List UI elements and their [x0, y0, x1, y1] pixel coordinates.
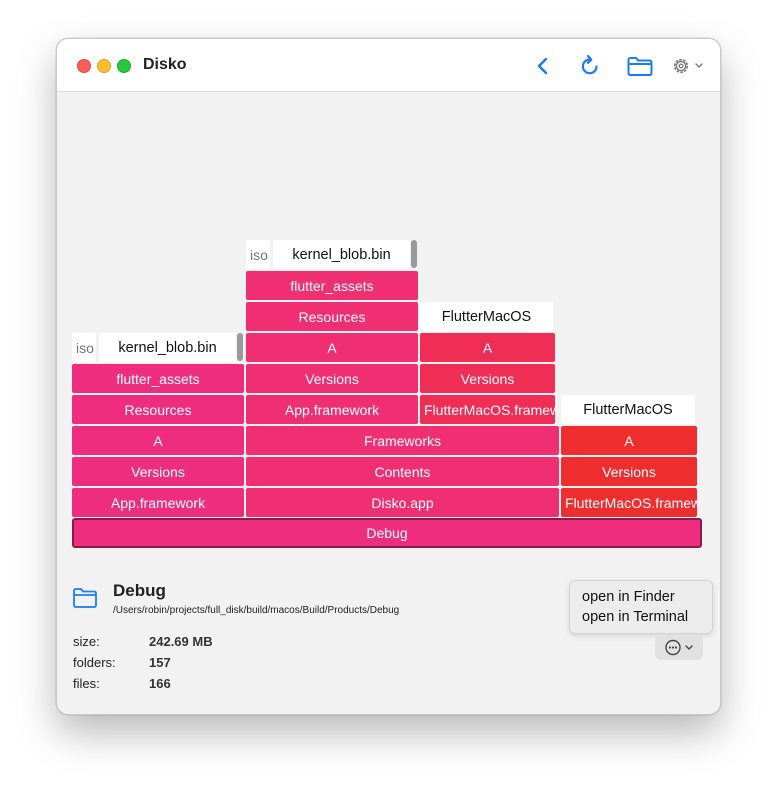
- ellipsis-circle-icon: [665, 639, 693, 656]
- folder-icon: [73, 588, 97, 608]
- back-button[interactable]: [530, 53, 556, 79]
- segment-label: FlutterMacOS: [441, 308, 532, 325]
- segment-kernel-blob-2[interactable]: kernel_blob.bin: [273, 240, 410, 269]
- segment-label: Contents: [374, 463, 431, 480]
- segment-versions-3[interactable]: Versions: [561, 457, 697, 486]
- files-value: 166: [149, 676, 171, 691]
- segment-label: flutter_assets: [116, 370, 200, 387]
- segment-resources-2[interactable]: Resources: [246, 302, 418, 331]
- folder-icon: [627, 57, 653, 76]
- segment-label: Versions: [305, 370, 359, 387]
- folders-value: 157: [149, 655, 171, 670]
- segment-label: kernel_blob.bin: [118, 339, 217, 356]
- gear-icon: [673, 58, 703, 74]
- title-bar: Disko: [57, 39, 720, 92]
- size-value: 242.69 MB: [149, 634, 213, 649]
- segment-fm-versions[interactable]: Versions: [420, 364, 555, 393]
- segment-fluttermacos-framework[interactable]: FlutterMacOS.framework: [420, 395, 555, 424]
- window-title: Disko: [143, 56, 187, 73]
- segment-label: Resources: [298, 308, 366, 325]
- segment-label: Frameworks: [363, 432, 441, 449]
- segment-label: Versions: [460, 370, 515, 387]
- segment-disko-app[interactable]: Disko.app: [246, 488, 559, 517]
- reload-button[interactable]: [577, 53, 603, 79]
- files-label: files:: [73, 676, 100, 691]
- scroll-indicator: [411, 240, 417, 268]
- segment-resources[interactable]: Resources: [72, 395, 244, 424]
- selected-folder-name: Debug: [113, 581, 166, 600]
- segment-label: Versions: [602, 463, 656, 480]
- segment-iso-2[interactable]: iso: [246, 240, 270, 269]
- segment-label: A: [327, 339, 337, 356]
- chevron-left-icon: [537, 57, 548, 75]
- segment-versions[interactable]: Versions: [72, 457, 244, 486]
- segment-fluttermacos-binary[interactable]: FlutterMacOS: [420, 302, 553, 331]
- segment-label: A: [153, 432, 163, 449]
- segment-app-framework[interactable]: App.framework: [72, 488, 244, 517]
- segment-fluttermacos-binary-2[interactable]: FlutterMacOS: [561, 395, 695, 424]
- reload-icon: [581, 54, 598, 75]
- folders-label: folders:: [73, 655, 116, 670]
- zoom-window-button[interactable]: [117, 59, 131, 73]
- open-in-finder-item[interactable]: open in Finder: [582, 589, 675, 605]
- segment-label: App.framework: [284, 401, 380, 418]
- segment-label: A: [482, 339, 493, 356]
- size-label: size:: [73, 634, 100, 649]
- segment-versions-2[interactable]: Versions: [246, 364, 418, 393]
- actions-menu: open in Finder open in Terminal: [569, 580, 713, 634]
- segment-a-2[interactable]: A: [246, 333, 418, 362]
- segment-iso[interactable]: iso: [72, 333, 96, 362]
- selected-folder-path: /Users/robin/projects/full_disk/build/ma…: [113, 605, 400, 616]
- close-window-button[interactable]: [77, 59, 91, 73]
- open-folder-button[interactable]: [625, 53, 655, 79]
- segment-fluttermacos-framework-2[interactable]: FlutterMacOS.framework: [561, 488, 697, 517]
- scroll-indicator: [237, 333, 243, 361]
- segment-label: Versions: [131, 463, 185, 480]
- segment-label: kernel_blob.bin: [292, 246, 391, 263]
- open-in-terminal-item[interactable]: open in Terminal: [582, 609, 688, 625]
- segment-label: iso: [250, 246, 268, 263]
- segment-a[interactable]: A: [72, 426, 244, 455]
- segment-label: iso: [76, 339, 94, 356]
- settings-menu-button[interactable]: [669, 53, 709, 79]
- segment-label: Disko.app: [371, 494, 434, 511]
- segment-contents[interactable]: Contents: [246, 457, 559, 486]
- segment-frameworks[interactable]: Frameworks: [246, 426, 559, 455]
- segment-label: flutter_assets: [290, 277, 374, 294]
- minimize-window-button[interactable]: [97, 59, 111, 73]
- app-window: Disko Debug App.framework Versions A Res…: [56, 38, 721, 715]
- segment-label: A: [624, 432, 634, 449]
- segment-flutter-assets[interactable]: flutter_assets: [72, 364, 244, 393]
- segment-label: FlutterMacOS.framework: [424, 401, 555, 418]
- segment-fm-a[interactable]: A: [420, 333, 555, 362]
- more-actions-button[interactable]: [655, 635, 703, 660]
- segment-label: Resources: [124, 401, 192, 418]
- segment-flutter-assets-2[interactable]: flutter_assets: [246, 271, 418, 300]
- segment-label: Debug: [366, 525, 408, 541]
- segment-kernel-blob[interactable]: kernel_blob.bin: [99, 333, 236, 362]
- segment-label: FlutterMacOS.framework: [565, 494, 697, 511]
- segment-a-3[interactable]: A: [561, 426, 697, 455]
- segment-label: App.framework: [110, 494, 206, 511]
- segment-app-framework-2[interactable]: App.framework: [246, 395, 418, 424]
- segment-debug[interactable]: Debug: [72, 518, 702, 548]
- segment-label: FlutterMacOS: [583, 401, 673, 418]
